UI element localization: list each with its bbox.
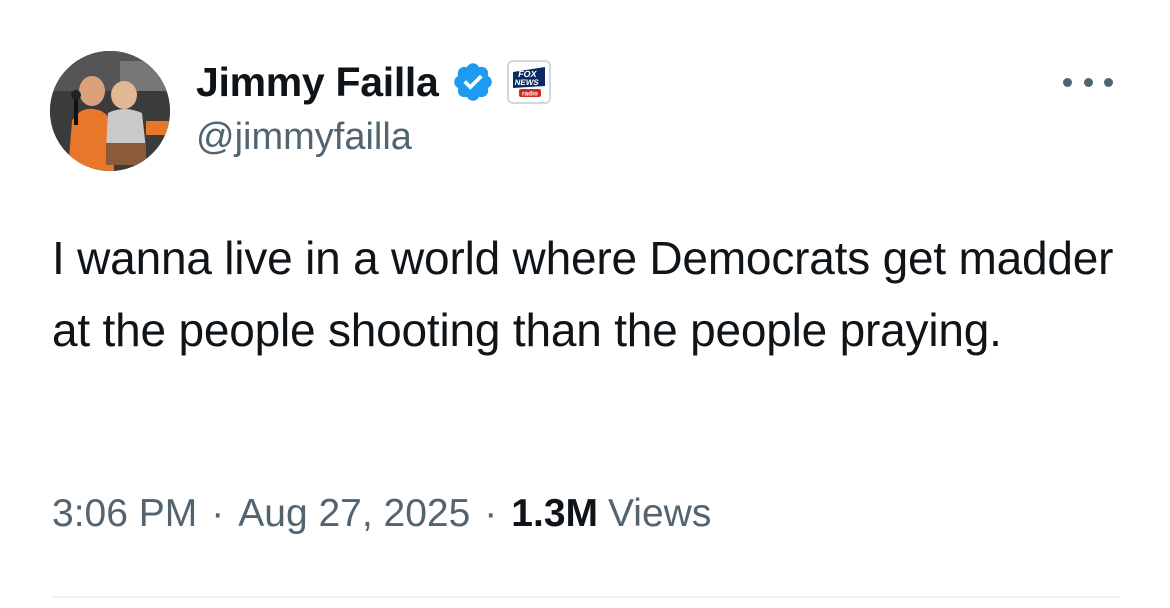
more-dot (1063, 77, 1072, 87)
tweet-date[interactable]: Aug 27, 2025 (238, 492, 470, 536)
tweet-text: I wanna live in a world where Democrats … (52, 232, 1114, 356)
verified-badge-icon[interactable] (451, 60, 495, 104)
more-options-icon[interactable] (1063, 70, 1113, 94)
more-dot (1104, 77, 1113, 87)
views-count[interactable]: 1.3M (511, 492, 598, 536)
views-label[interactable]: Views (608, 492, 711, 536)
tweet-card: Jimmy Failla FOX NEWS radio @jimmyfailla… (0, 0, 1170, 608)
author-display-name[interactable]: Jimmy Failla (196, 59, 439, 106)
affiliate-radio-text: radio (522, 91, 538, 98)
tweet-time[interactable]: 3:06 PM (52, 492, 197, 536)
author-name-row: Jimmy Failla FOX NEWS radio (196, 56, 551, 108)
divider (52, 596, 1120, 598)
avatar[interactable] (50, 51, 170, 171)
author-handle[interactable]: @jimmyfailla (196, 116, 412, 159)
avatar-photo (50, 51, 170, 171)
affiliate-news-text: NEWS (513, 78, 539, 87)
meta-separator: · (211, 492, 225, 535)
meta-separator: · (484, 492, 498, 535)
tweet-meta: 3:06 PM · Aug 27, 2025 · 1.3M Views (52, 492, 711, 536)
fox-news-radio-logo-icon[interactable]: FOX NEWS radio (506, 60, 551, 104)
more-dot (1083, 77, 1093, 87)
